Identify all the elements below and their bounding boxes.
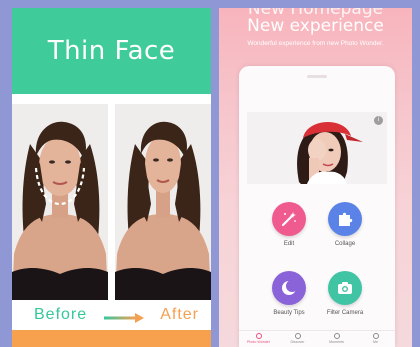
magic-wand-icon <box>272 202 306 236</box>
tile-collage[interactable]: Collage <box>317 202 373 247</box>
info-icon[interactable]: i <box>374 116 383 125</box>
phone-mockup: i Edit Collage Beauty Tips Filter Camera… <box>239 66 395 347</box>
tile-edit[interactable]: Edit <box>261 202 317 247</box>
banner-photo <box>247 112 387 184</box>
tab-photo-wonder[interactable]: Photo Wonder <box>244 331 274 347</box>
tab-me[interactable]: Me <box>361 331 391 347</box>
tile-beauty-tips-label: Beauty Tips <box>273 310 305 316</box>
tab-photo-wonder-label: Photo Wonder <box>247 340 270 344</box>
tagline: Wonderful experience from new Photo Wond… <box>247 40 384 47</box>
phone-speaker <box>307 75 327 78</box>
tile-edit-label: Edit <box>283 241 295 247</box>
wand-tab-icon <box>255 333 262 339</box>
eye-icon <box>294 333 301 339</box>
home-banner[interactable]: i <box>247 112 387 184</box>
arrow-right-icon <box>103 310 144 323</box>
tab-me-label: Me <box>373 340 378 344</box>
bottom-tab-bar: Photo Wonder Discover Moments Me <box>239 330 395 347</box>
tab-moments-label: Moments <box>329 340 344 344</box>
thin-face-header: Thin Face <box>12 8 211 94</box>
tab-discover-label: Discover <box>290 340 305 344</box>
puzzle-icon <box>328 202 362 236</box>
after-photo <box>115 104 211 300</box>
tile-beauty-tips[interactable]: Beauty Tips <box>261 271 317 316</box>
photo-divider <box>109 104 114 300</box>
moon-icon <box>272 271 306 305</box>
tile-collage-label: Collage <box>334 241 356 247</box>
after-label: After <box>160 306 199 323</box>
before-photo <box>12 104 108 300</box>
tab-moments[interactable]: Moments <box>322 331 352 347</box>
app-store-screenshot: Thin Face Before After New Homepage New … <box>0 0 420 347</box>
tile-filter-camera[interactable]: Filter Camera <box>317 271 373 316</box>
tab-discover[interactable]: Discover <box>283 331 313 347</box>
headline: New experience <box>247 16 384 36</box>
globe-icon <box>333 333 340 339</box>
new-homepage-panel: New Homepage New experience Wonderful ex… <box>219 8 412 347</box>
camera-icon <box>328 271 362 305</box>
thin-face-panel: Thin Face Before After <box>12 8 211 347</box>
before-after-bar: Before After <box>12 300 211 330</box>
orange-footer-strip <box>12 330 211 347</box>
before-label: Before <box>34 306 88 323</box>
tile-filter-camera-label: Filter Camera <box>326 310 364 316</box>
person-icon <box>372 333 379 339</box>
thin-face-title: Thin Face <box>47 36 176 66</box>
